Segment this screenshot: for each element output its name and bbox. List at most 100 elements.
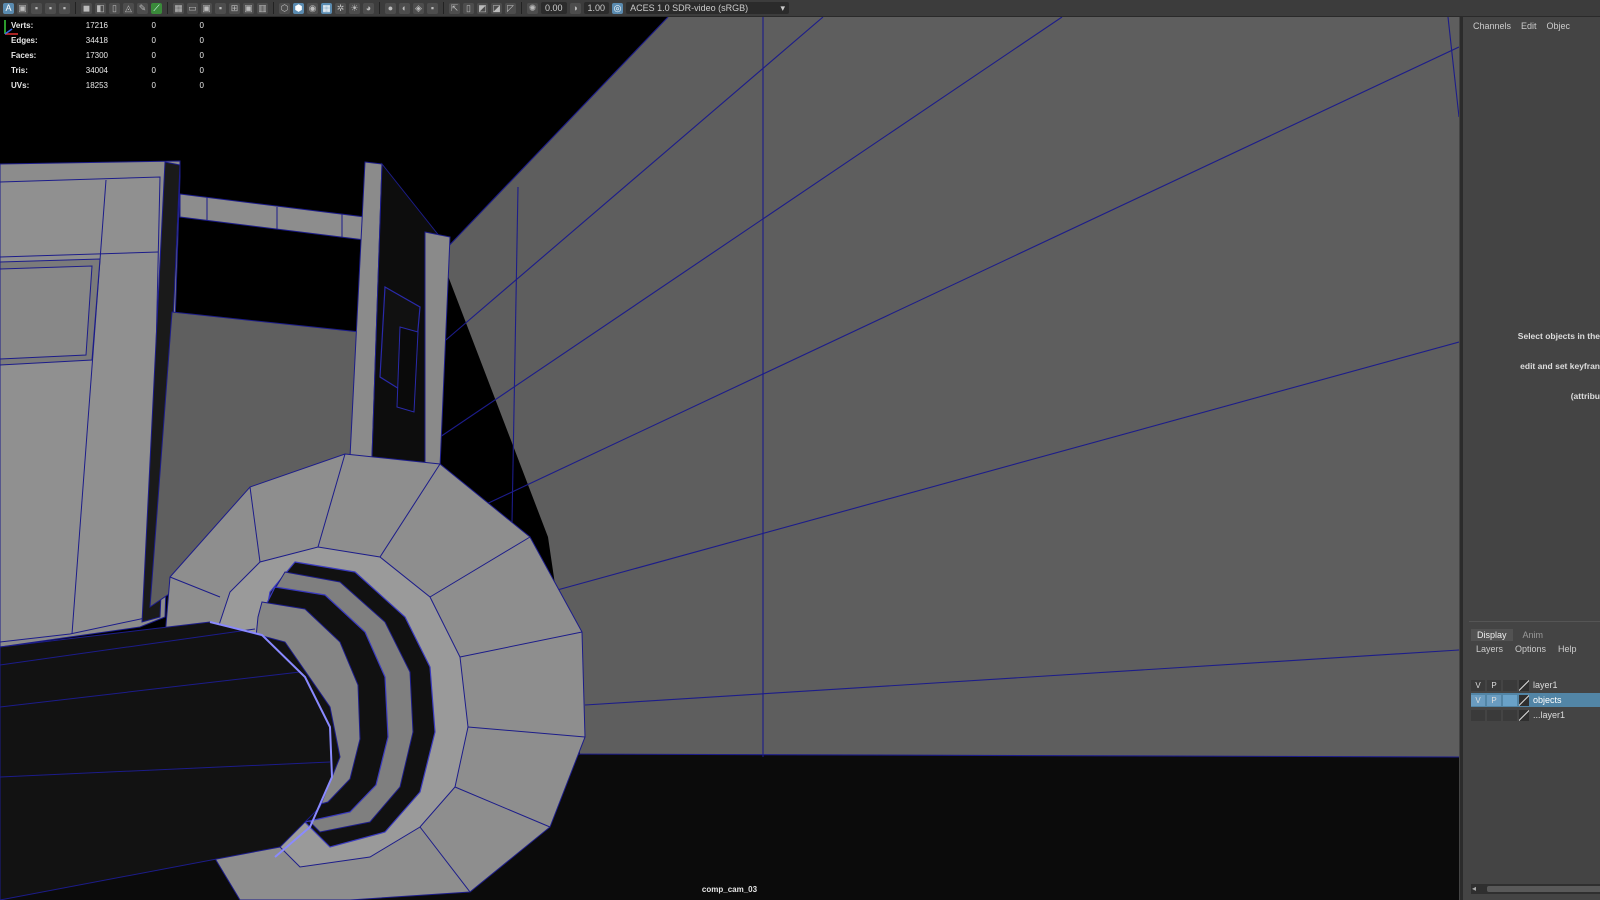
hud-value: 0	[199, 21, 204, 30]
hud-row-faces: Faces: 17300 0 0	[11, 48, 204, 63]
visibility-toggle[interactable]: V	[1471, 694, 1485, 706]
menu-help[interactable]: Help	[1558, 644, 1577, 654]
hud-value: 34418	[85, 36, 108, 45]
hint-line: Select objects in the	[1517, 331, 1600, 341]
visibility-toggle[interactable]	[1471, 709, 1485, 721]
hud-value: 34004	[85, 66, 108, 75]
backface-culling-icon[interactable]: ◪	[491, 2, 502, 14]
pan-zoom-icon[interactable]: ◬	[123, 2, 134, 14]
resolution-gate-icon[interactable]: ▣	[201, 2, 212, 14]
layer-row-selected[interactable]: V P objects	[1471, 693, 1600, 707]
hud-label: UVs:	[11, 81, 30, 90]
layer-name: ...layer1	[1533, 710, 1566, 720]
shadow-icon[interactable]: ☀	[349, 2, 360, 14]
toolbar-divider	[167, 2, 168, 14]
texture-icon[interactable]: ▦	[321, 2, 332, 14]
gamma-field[interactable]: 1.00	[583, 2, 610, 14]
channel-box-hint: Select objects in the edit and set keyfr…	[1463, 311, 1600, 421]
playback-toggle[interactable]: P	[1487, 694, 1501, 706]
exposure-field[interactable]: 0.00	[541, 2, 567, 14]
viewport-toolbar: A ▣ ▪ ▪ ▪ ◼ ◧ ▯ ◬ ✎ ⟋ ▦ ▭ ▣ ▪ ⊞ ▣ ▥ ⬡ ⬢ …	[0, 0, 1600, 17]
toolbar-divider	[75, 2, 76, 14]
image-plane-icon[interactable]: ◧	[95, 2, 106, 14]
pillar-side	[424, 231, 451, 468]
hud-value: 17300	[85, 51, 108, 60]
light-icon[interactable]: ✲	[335, 2, 346, 14]
lasso-icon[interactable]: ▣	[17, 2, 28, 14]
gamma-icon[interactable]: ◑	[569, 2, 581, 14]
film-gate-toggle-icon[interactable]: ▭	[187, 2, 198, 14]
playback-toggle[interactable]	[1487, 709, 1501, 721]
tab-display[interactable]: Display	[1471, 629, 1513, 641]
hint-line: (attribu	[1570, 391, 1600, 401]
exposure-icon[interactable]: ✺	[527, 2, 538, 14]
visibility-toggle[interactable]: V	[1471, 679, 1485, 691]
perspective-viewport[interactable]: Verts: 17216 0 0 Edges: 34418 0 0 Faces:…	[0, 17, 1459, 900]
safe-action-icon[interactable]: ▣	[243, 2, 254, 14]
multisample-icon[interactable]: ◐	[399, 2, 410, 14]
layer-type-icon	[1519, 709, 1529, 721]
toolbar-divider	[521, 2, 522, 14]
layer-color-swatch[interactable]	[1503, 709, 1517, 721]
hud-row-verts: Verts: 17216 0 0	[11, 18, 204, 33]
safe-title-icon[interactable]: ▥	[257, 2, 268, 14]
gate-mask-icon[interactable]: ▪	[215, 2, 226, 14]
hud-value: 0	[151, 36, 156, 45]
xray-active-icon[interactable]: ◩	[477, 2, 488, 14]
hud-value: 0	[151, 66, 156, 75]
tab-anim[interactable]: Anim	[1517, 629, 1550, 641]
motion-blur-icon[interactable]: ●	[385, 2, 396, 14]
select-tool-icon[interactable]: A	[3, 2, 14, 14]
xray-icon[interactable]: ⇱	[449, 2, 460, 14]
left-block-face	[0, 176, 161, 643]
menu-channels[interactable]: Channels	[1473, 21, 1511, 31]
chevron-down-icon: ▾	[780, 3, 786, 13]
hud-row-tris: Tris: 34004 0 0	[11, 63, 204, 78]
layer-editor-menu: Layers Options Help	[1476, 644, 1577, 654]
2d-pan-icon[interactable]: ⟋	[151, 2, 162, 14]
isolate-icon[interactable]: ▪	[427, 2, 438, 14]
layer-name: layer1	[1533, 680, 1558, 690]
layer-row[interactable]: ...layer1	[1471, 708, 1600, 722]
layer-color-swatch[interactable]	[1503, 679, 1517, 691]
scroll-left-icon[interactable]: ◂	[1472, 884, 1476, 894]
menu-options[interactable]: Options	[1515, 644, 1546, 654]
ambient-occlusion-icon[interactable]: ◕	[363, 2, 374, 14]
shaded-icon[interactable]: ⬢	[293, 2, 304, 14]
layer-name: objects	[1533, 695, 1562, 705]
upper-beam	[179, 193, 366, 241]
menu-layers[interactable]: Layers	[1476, 644, 1503, 654]
horizontal-scrollbar[interactable]: ◂	[1471, 884, 1600, 894]
smooth-wireframe-icon[interactable]: ◸	[505, 2, 516, 14]
grid-icon[interactable]: ▦	[173, 2, 184, 14]
field-chart-icon[interactable]: ⊞	[229, 2, 240, 14]
camera-attr-icon[interactable]: ◼	[81, 2, 92, 14]
hud-row-uvs: UVs: 18253 0 0	[11, 78, 204, 93]
layer-type-icon	[1519, 694, 1529, 706]
wireframe-on-shaded-icon[interactable]: ◉	[307, 2, 318, 14]
hud-row-edges: Edges: 34418 0 0	[11, 33, 204, 48]
depth-of-field-icon[interactable]: ◈	[413, 2, 424, 14]
wireframe-icon[interactable]: ⬡	[279, 2, 290, 14]
xray-joints-icon[interactable]: ▯	[463, 2, 474, 14]
layer-color-swatch[interactable]	[1503, 694, 1517, 706]
paint-icon[interactable]: ▪	[31, 2, 42, 14]
color-transform-dropdown[interactable]: ACES 1.0 SDR-video (sRGB) ▾	[626, 2, 790, 14]
toolbar-divider	[443, 2, 444, 14]
scrollbar-thumb[interactable]	[1487, 886, 1600, 892]
film-gate-icon[interactable]: ▯	[109, 2, 120, 14]
bookmark-icon[interactable]: ▪	[59, 2, 70, 14]
menu-object[interactable]: Objec	[1547, 21, 1571, 31]
axis-gizmo-icon	[4, 20, 18, 35]
hud-value: 17216	[85, 21, 108, 30]
layer-row[interactable]: V P layer1	[1471, 678, 1600, 692]
camera-icon[interactable]: ▪	[45, 2, 56, 14]
color-transform-label: ACES 1.0 SDR-video (sRGB)	[630, 3, 749, 13]
grease-pencil-icon[interactable]: ✎	[137, 2, 148, 14]
hud-label: Faces:	[11, 51, 37, 60]
playback-toggle[interactable]: P	[1487, 679, 1501, 691]
menu-edit[interactable]: Edit	[1521, 21, 1537, 31]
toolbar-divider	[273, 2, 274, 14]
view-transform-icon[interactable]: ◎	[612, 2, 624, 14]
hud-label: Tris:	[11, 66, 28, 75]
